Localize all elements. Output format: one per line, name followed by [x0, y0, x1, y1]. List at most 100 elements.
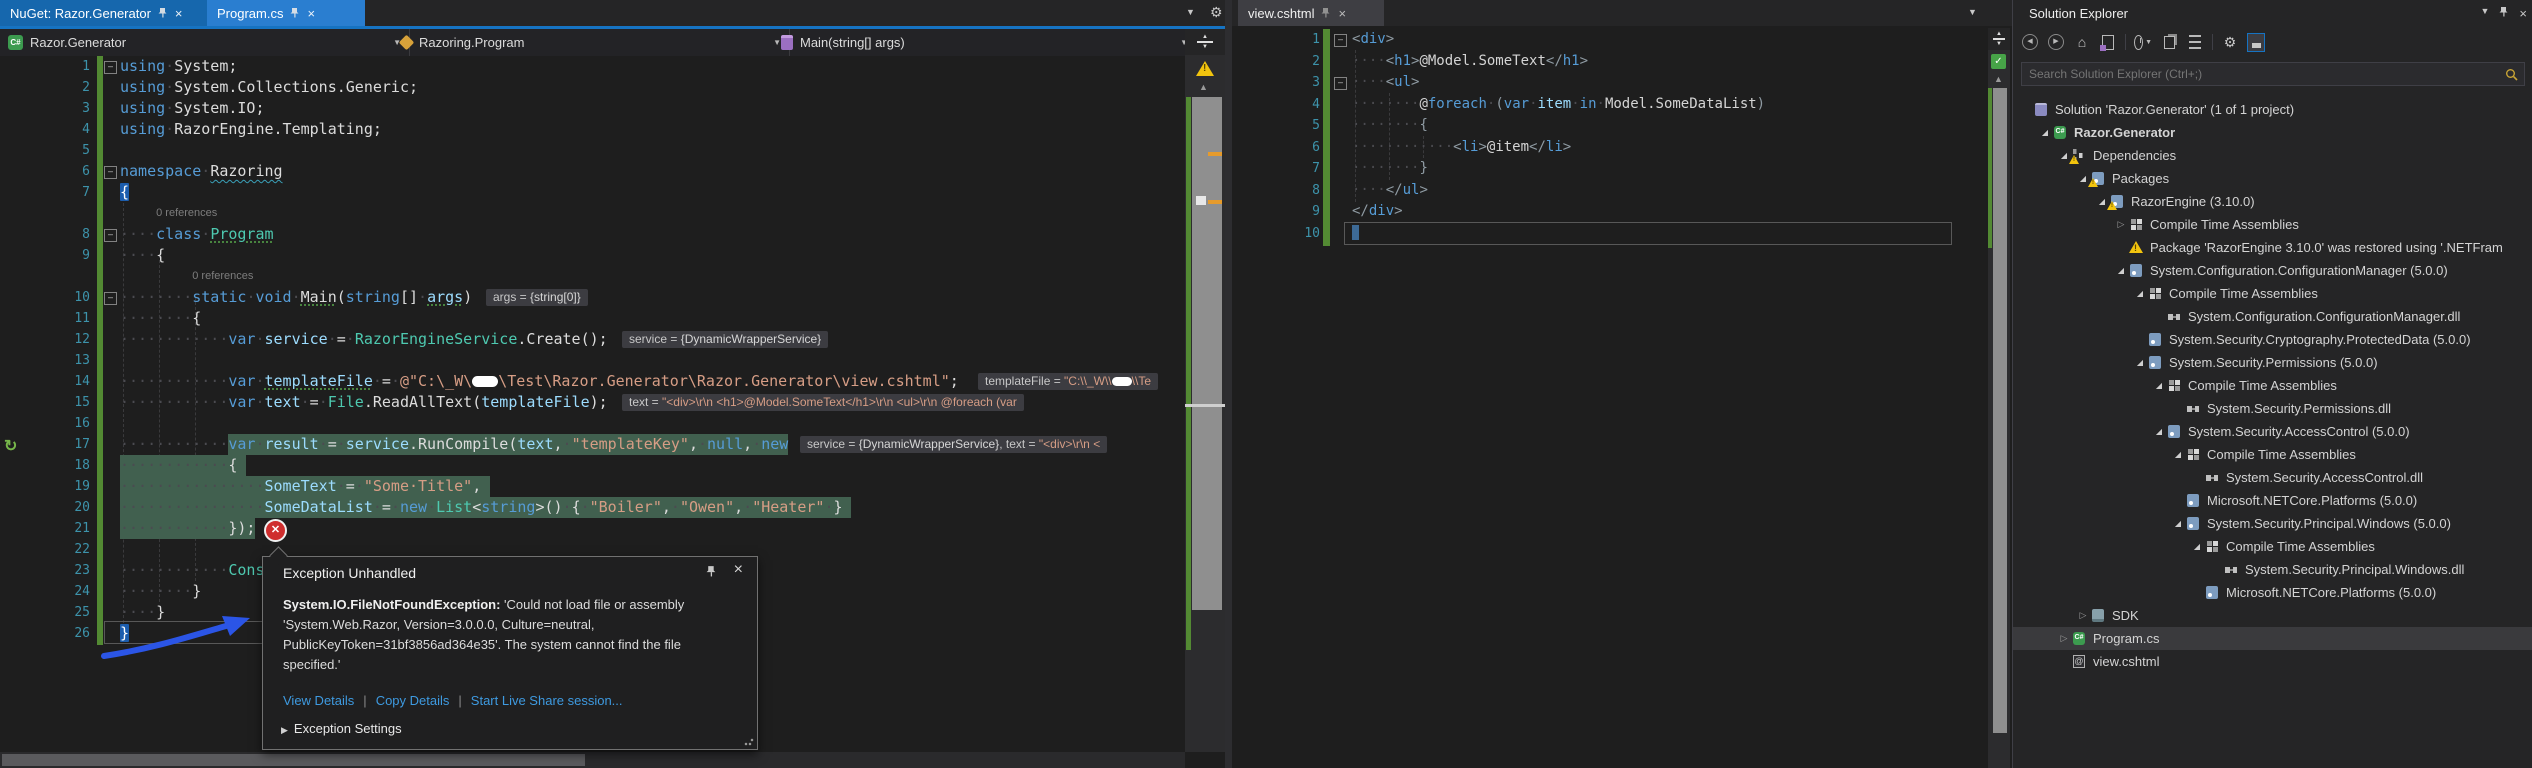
tree-row[interactable]: Microsoft.NETCore.Platforms (5.0.0)	[2013, 489, 2532, 512]
document-health-warning-icon[interactable]	[1196, 61, 1214, 76]
tab-view-cshtml[interactable]: view.cshtml ×	[1238, 0, 1384, 26]
back-icon[interactable]: ◀	[2021, 33, 2039, 51]
home-icon[interactable]: ⌂	[2073, 33, 2091, 51]
tree-row[interactable]: ◢RazorEngine (3.10.0)	[2013, 190, 2532, 213]
collapse-icon[interactable]: ◢	[2114, 266, 2128, 275]
middle-vertical-scrollbar[interactable]: ▲▼ ✓ ▲	[1988, 28, 2010, 768]
code-line[interactable]: <div>	[1352, 29, 1394, 50]
code-line[interactable]: using·System;	[120, 56, 237, 77]
code-line[interactable]: ····<h1>@Model.SomeText</h1>	[1352, 51, 1588, 72]
debugger-value-hint[interactable]: text = "<div>\r\n <h1>@Model.SomeText</h…	[622, 394, 1024, 411]
search-input[interactable]	[2022, 67, 2505, 81]
code-line[interactable]: ············{	[120, 455, 237, 476]
scrollbar-thumb[interactable]	[1993, 88, 2007, 733]
tree-row[interactable]: ◢Compile Time Assemblies	[2013, 282, 2532, 305]
pin-icon[interactable]	[290, 6, 300, 21]
tree-row[interactable]: ◢Compile Time Assemblies	[2013, 374, 2532, 397]
scroll-up-icon[interactable]: ▲	[1994, 74, 2003, 84]
fold-collapse-icon[interactable]: –	[104, 229, 117, 242]
tree-row[interactable]: ▷SDK	[2013, 604, 2532, 627]
collapse-icon[interactable]: ◢	[2133, 358, 2147, 367]
pin-icon[interactable]	[706, 565, 717, 580]
tree-row[interactable]: Microsoft.NETCore.Platforms (5.0.0)	[2013, 581, 2532, 604]
type-dropdown[interactable]: Razoring.Program ▼	[393, 29, 790, 56]
sync-with-active-document-icon[interactable]	[2160, 33, 2178, 51]
tab-program-cs[interactable]: Program.cs ×	[207, 0, 365, 26]
close-icon[interactable]: ×	[307, 7, 315, 20]
close-icon[interactable]: ×	[734, 561, 743, 579]
left-horizontal-scrollbar[interactable]	[0, 752, 1185, 768]
code-line[interactable]: ············<li>@item</li>	[1352, 137, 1571, 158]
resize-grip[interactable]	[744, 736, 754, 746]
code-editor-view-cshtml[interactable]: 1<div>–2····<h1>@Model.SomeText</h1>3···…	[1232, 28, 1988, 768]
forward-icon[interactable]: ▶	[2047, 33, 2065, 51]
pending-changes-filter-icon[interactable]: ▼	[2134, 33, 2152, 51]
error-icon[interactable]: ✕	[264, 519, 287, 542]
tree-row[interactable]: ◢System.Security.Permissions (5.0.0)	[2013, 351, 2532, 374]
code-line[interactable]: ····<ul>	[1352, 72, 1419, 93]
scrollbar-thumb[interactable]	[1192, 97, 1222, 610]
collapse-all-icon[interactable]	[2186, 33, 2204, 51]
code-line[interactable]: ············var·templateFile·=·@"C:\_W\\…	[120, 371, 959, 392]
close-icon[interactable]: ×	[1338, 7, 1346, 20]
fold-collapse-icon[interactable]: –	[104, 166, 117, 179]
scrollbar-thumb[interactable]	[2, 754, 585, 766]
code-line[interactable]: ················SomeDataList·=·new·List<…	[120, 497, 843, 518]
pin-icon[interactable]	[2499, 6, 2509, 21]
document-health-ok-icon[interactable]: ✓	[1991, 54, 2006, 69]
tree-row[interactable]: Solution 'Razor.Generator' (1 of 1 proje…	[2013, 98, 2532, 121]
exception-settings-expander[interactable]: ▶Exception Settings	[281, 721, 402, 736]
pin-icon[interactable]	[1321, 6, 1331, 21]
code-line[interactable]: </div>	[1352, 201, 1403, 222]
collapse-icon[interactable]: ◢	[2038, 128, 2052, 137]
close-icon[interactable]: ×	[175, 7, 183, 20]
collapse-icon[interactable]: ◢	[2152, 427, 2166, 436]
debugger-value-hint[interactable]: service = {DynamicWrapperService}	[622, 331, 828, 348]
codelens-references[interactable]: 0 references	[156, 203, 217, 224]
debug-refresh-icon[interactable]: ↻	[4, 436, 17, 456]
scroll-up-icon[interactable]: ▲	[1199, 82, 1208, 92]
tab-list-dropdown-icon[interactable]: ▼	[1186, 7, 1195, 17]
tree-row[interactable]: ◢System.Security.AccessControl (5.0.0)	[2013, 420, 2532, 443]
code-line[interactable]: ····}	[120, 602, 165, 623]
code-line[interactable]: namespace·Razoring	[120, 161, 283, 182]
code-line[interactable]: ········{	[1352, 115, 1428, 136]
code-line[interactable]: ····class·Program	[120, 224, 274, 245]
code-line[interactable]: ········@foreach·(var·item·in·Model.Some…	[1352, 94, 1765, 115]
search-icon[interactable]	[2505, 68, 2518, 81]
debugger-value-hint[interactable]: templateFile = "C:\\_W\\\\Te	[978, 373, 1158, 390]
preview-selected-items-icon[interactable]	[2247, 33, 2265, 51]
search-box[interactable]	[2021, 62, 2525, 86]
expand-icon[interactable]: ▷	[2076, 610, 2090, 621]
fold-collapse-icon[interactable]: –	[104, 292, 117, 305]
code-line[interactable]: ················SomeText·=·"Some·Title",	[120, 476, 481, 497]
split-editor-handle[interactable]: ▲▼	[1185, 29, 1225, 55]
code-line[interactable]: ············});	[120, 518, 255, 539]
member-dropdown[interactable]: Main(string[] args) ▼	[773, 29, 1196, 56]
pin-icon[interactable]	[158, 6, 168, 21]
code-line[interactable]: {	[120, 182, 129, 203]
collapse-icon[interactable]: ◢	[2152, 381, 2166, 390]
code-line[interactable]: ········}	[1352, 158, 1428, 179]
tree-row[interactable]: ◢Compile Time Assemblies	[2013, 535, 2532, 558]
tree-row[interactable]: ◢Dependencies	[2013, 144, 2532, 167]
debugger-value-hint[interactable]: service = {DynamicWrapperService}, text …	[800, 436, 1107, 453]
code-line[interactable]: ········{	[120, 308, 201, 329]
code-line[interactable]: ········}	[120, 581, 201, 602]
tree-row[interactable]: System.Configuration.ConfigurationManage…	[2013, 305, 2532, 328]
debugger-value-hint[interactable]: args = {string[0]}	[486, 289, 588, 306]
popup-link-start-live-share-session[interactable]: Start Live Share session...	[471, 693, 623, 708]
code-line[interactable]: using·System.Collections.Generic;	[120, 77, 418, 98]
tab-nuget-razor-generator[interactable]: NuGet: Razor.Generator ×	[0, 0, 226, 26]
properties-icon[interactable]: ⚙	[2221, 33, 2239, 51]
fold-collapse-icon[interactable]: –	[1334, 77, 1347, 90]
expand-icon[interactable]: ▷	[2114, 219, 2128, 230]
project-dropdown[interactable]: C# Razor.Generator ▼	[0, 29, 410, 56]
collapse-icon[interactable]: ◢	[2171, 519, 2185, 528]
code-line[interactable]: ············var·result·=·service.RunComp…	[120, 434, 788, 455]
tab-list-dropdown-icon[interactable]: ▼	[1968, 7, 1977, 17]
tree-row[interactable]: ◢Packages	[2013, 167, 2532, 190]
split-editor-handle[interactable]: ▲▼	[1988, 28, 2010, 50]
collapse-icon[interactable]: ◢	[2171, 450, 2185, 459]
codelens-references[interactable]: 0 references	[192, 266, 253, 287]
